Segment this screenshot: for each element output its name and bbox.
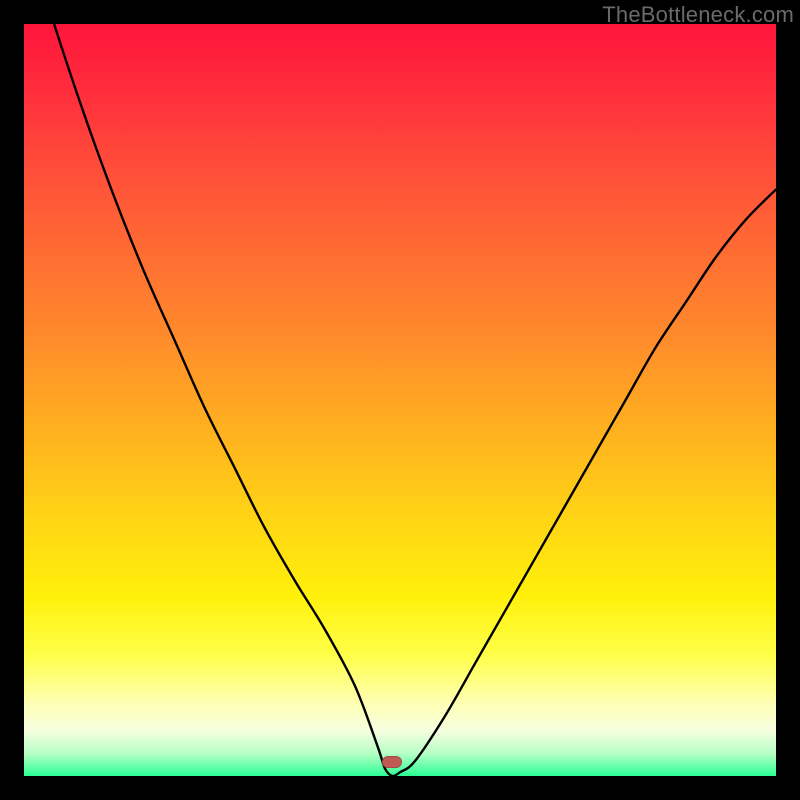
- plot-area: [24, 24, 776, 776]
- optimum-marker: [382, 756, 402, 768]
- bottleneck-curve: [24, 24, 776, 776]
- chart-frame: TheBottleneck.com: [0, 0, 800, 800]
